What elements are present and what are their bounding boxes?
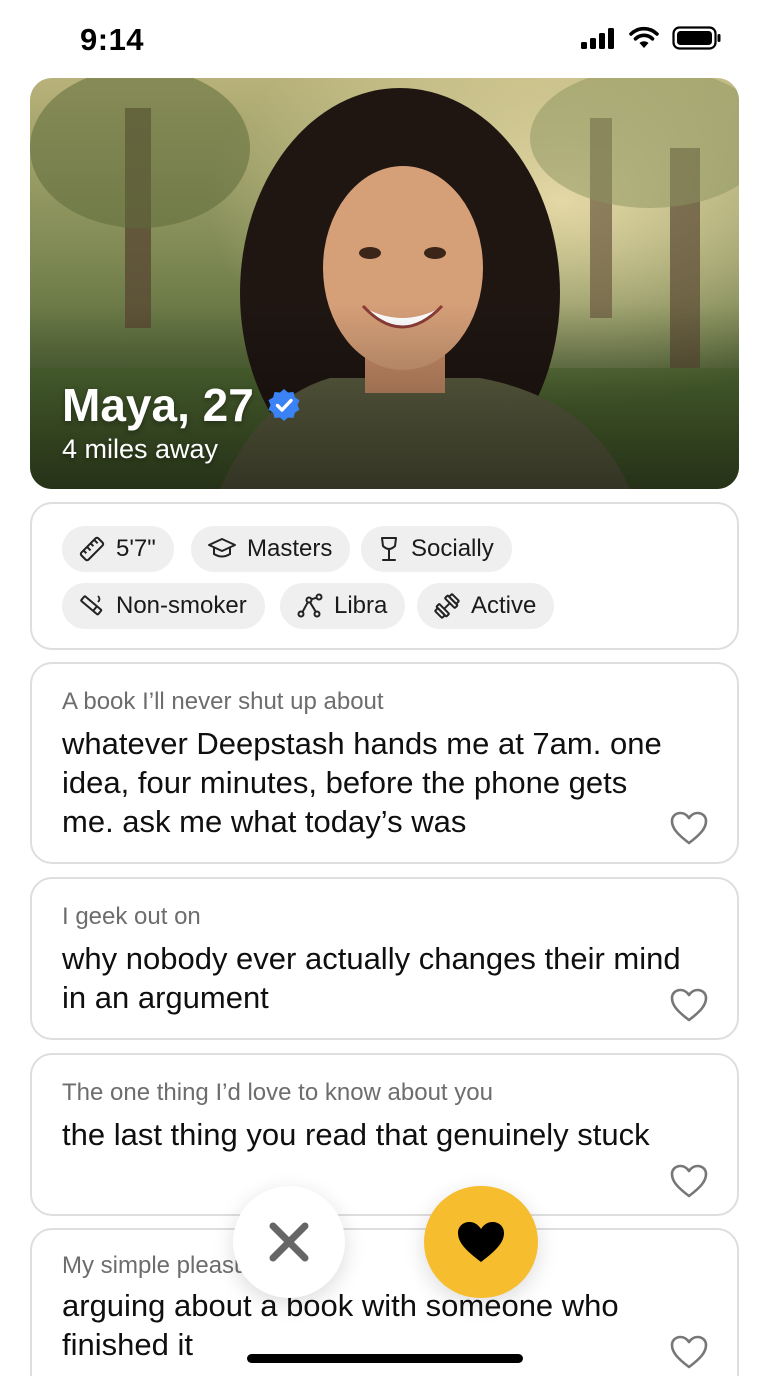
home-indicator [247, 1354, 523, 1363]
like-prompt-icon[interactable] [669, 1163, 709, 1199]
prompt-card: I geek out on why nobody ever actually c… [30, 877, 739, 1040]
prompt-answer: why nobody ever actually changes their m… [62, 941, 681, 1015]
prompt-label: A book I’ll never shut up about [62, 688, 384, 715]
profile-photo-card[interactable]: Maya, 27 4 miles away [30, 78, 739, 489]
like-prompt-icon[interactable] [669, 810, 709, 846]
chip-exercise: Active [417, 583, 555, 629]
chip-height: 5'7" [62, 526, 174, 572]
heart-icon [458, 1222, 504, 1262]
prompt-label: I geek out on [62, 903, 201, 930]
status-icons [580, 26, 722, 50]
profile-name-row: Maya, 27 [62, 378, 302, 432]
prompt-label: The one thing I’d love to know about you [62, 1079, 493, 1106]
battery-icon [672, 26, 721, 50]
like-prompt-icon[interactable] [669, 987, 709, 1023]
like-button[interactable] [424, 1186, 538, 1298]
chip-zodiac: Libra [280, 583, 406, 629]
verified-badge-icon [268, 389, 300, 421]
dumbbell-icon [434, 593, 460, 619]
chip-label: Masters [247, 535, 333, 562]
wine-glass-icon [381, 537, 397, 561]
profile-distance: 4 miles away [62, 434, 219, 464]
zodiac-constellation-icon [297, 593, 323, 618]
status-time: 9:14 [80, 22, 145, 57]
prompt-answer: arguing about a book with someone who fi… [62, 1288, 619, 1362]
graduation-cap-icon [208, 538, 236, 558]
no-smoking-icon [80, 595, 103, 616]
wifi-icon [629, 26, 659, 48]
chip-label: Libra [334, 592, 388, 619]
prompt-card: A book I’ll never shut up about whatever… [30, 662, 739, 864]
close-icon [269, 1222, 309, 1262]
chip-label: Non-smoker [116, 592, 247, 619]
like-prompt-icon[interactable] [669, 1334, 709, 1370]
prompt-answer: the last thing you read that genuinely s… [62, 1117, 650, 1152]
cellular-signal-icon [581, 28, 614, 49]
chip-drinking: Socially [361, 526, 512, 572]
chip-smoking: Non-smoker [62, 583, 265, 629]
chip-label: Active [471, 592, 537, 619]
ruler-icon [79, 536, 105, 562]
chip-label: 5'7" [116, 535, 156, 562]
basics-card: 5'7" Masters Socially Non-smoker Libra A… [30, 502, 739, 650]
prompt-card: The one thing I’d love to know about you… [30, 1053, 739, 1216]
chip-label: Socially [411, 535, 494, 562]
prompt-answer: whatever Deepstash hands me at 7am. one … [62, 726, 662, 839]
status-bar: 9:14 [0, 0, 768, 78]
pass-button[interactable] [233, 1186, 345, 1298]
chip-education: Masters [191, 526, 351, 572]
profile-name-age: Maya, 27 [62, 379, 254, 431]
